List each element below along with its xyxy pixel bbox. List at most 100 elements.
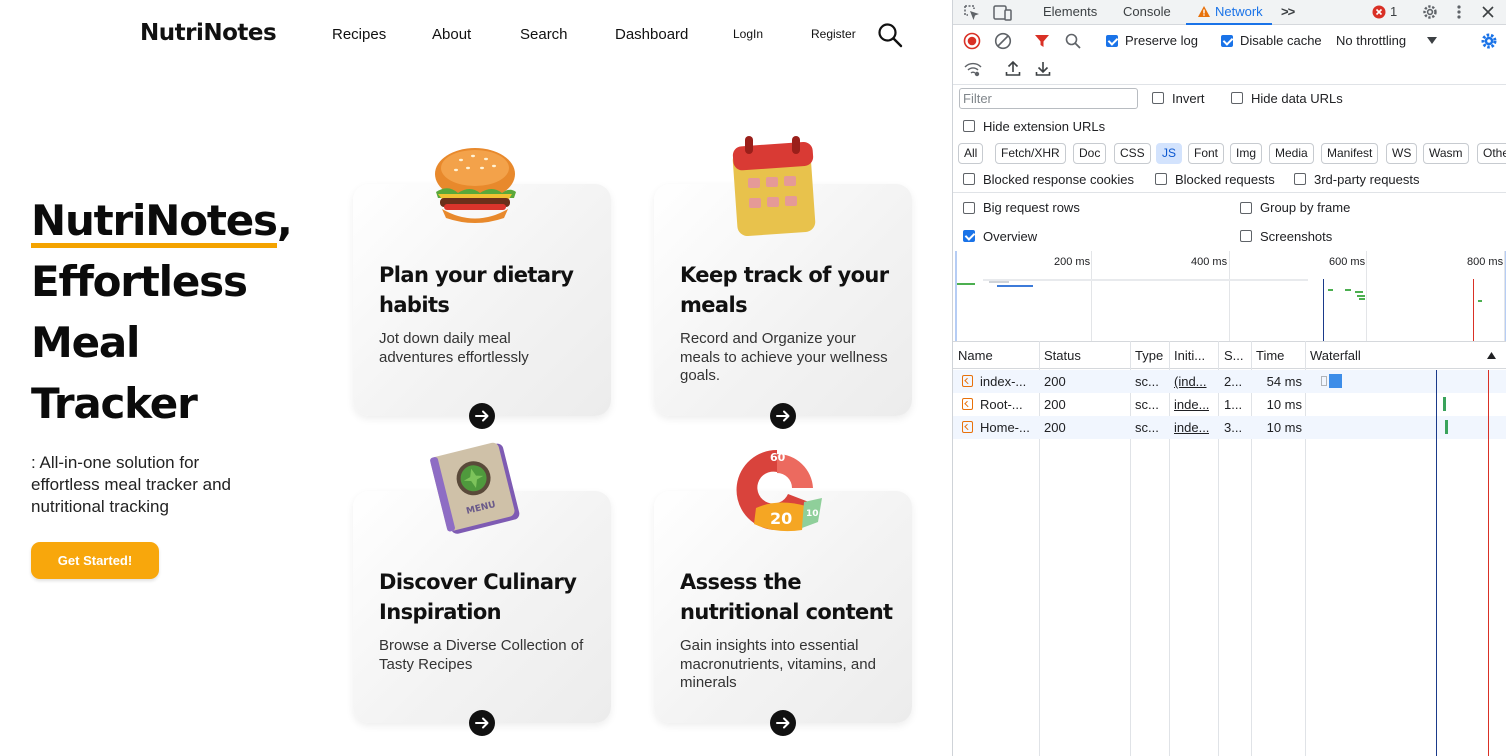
tab-console[interactable]: Console [1123, 4, 1171, 19]
kebab-menu-icon[interactable] [1455, 4, 1463, 20]
timeline-tick: 600 ms [1329, 256, 1366, 268]
filter-icon[interactable] [1034, 33, 1050, 49]
tab-network[interactable]: Network [1215, 4, 1263, 19]
error-icon[interactable] [1372, 5, 1386, 19]
chip-fetch-xhr[interactable]: Fetch/XHR [995, 143, 1066, 164]
arrow-right-icon[interactable] [469, 710, 495, 736]
arrow-right-icon[interactable] [469, 403, 495, 429]
col-time[interactable]: Time [1256, 348, 1284, 363]
preserve-log-checkbox[interactable] [1106, 35, 1118, 47]
table-row[interactable]: Home-... 200 sc... inde... 3... 10 ms [953, 416, 1506, 439]
close-icon[interactable] [1481, 5, 1495, 19]
card-title: Keep track of your meals [680, 263, 889, 317]
chip-other[interactable]: Othe [1477, 143, 1506, 164]
sort-ascending-icon[interactable] [1487, 352, 1496, 359]
waterfall-load-line [1488, 370, 1489, 756]
request-name[interactable]: Home-... [980, 420, 1036, 435]
script-file-icon [962, 421, 973, 433]
nav-login[interactable]: LogIn [733, 27, 763, 41]
import-har-icon[interactable] [1005, 60, 1021, 77]
arrow-right-icon[interactable] [770, 403, 796, 429]
nav-search[interactable]: Search [520, 26, 568, 43]
chip-media[interactable]: Media [1269, 143, 1314, 164]
request-initiator[interactable]: inde... [1174, 420, 1209, 435]
request-initiator[interactable]: (ind... [1174, 374, 1207, 389]
col-type[interactable]: Type [1135, 348, 1163, 363]
nav-about[interactable]: About [432, 26, 471, 43]
nav-recipes[interactable]: Recipes [332, 26, 386, 43]
inspect-element-icon[interactable] [963, 4, 981, 22]
network-settings-gear-icon[interactable] [1479, 31, 1499, 51]
waterfall-domcontentloaded-line [1436, 370, 1437, 756]
table-row[interactable]: index-... 200 sc... (ind... 2... 54 ms [953, 370, 1506, 393]
hide-data-urls-checkbox[interactable] [1231, 92, 1243, 104]
card-text: Record and Organize your meals to achiev… [680, 330, 888, 384]
burger-icon [435, 148, 516, 223]
chip-js[interactable]: JS [1156, 143, 1183, 164]
device-toolbar-icon[interactable] [993, 4, 1013, 22]
chip-img[interactable]: Img [1230, 143, 1263, 164]
throttling-select[interactable]: No throttling [1336, 33, 1406, 48]
group-by-frame-checkbox[interactable] [1240, 202, 1252, 214]
request-size: 1... [1224, 397, 1243, 412]
error-count[interactable]: 1 [1390, 4, 1397, 19]
invert-checkbox[interactable] [1152, 92, 1164, 104]
hide-extension-urls-checkbox[interactable] [963, 120, 975, 132]
chip-manifest[interactable]: Manifest [1321, 143, 1379, 164]
disable-cache-checkbox[interactable] [1221, 35, 1233, 47]
chip-ws[interactable]: WS [1386, 143, 1418, 164]
big-rows-checkbox[interactable] [963, 202, 975, 214]
table-row[interactable]: Root-... 200 sc... inde... 1... 10 ms [953, 393, 1506, 416]
col-waterfall[interactable]: Waterfall [1310, 348, 1361, 363]
timeline-bar [957, 283, 975, 285]
chevron-down-icon[interactable] [1427, 37, 1437, 44]
blocked-requests-checkbox[interactable] [1155, 173, 1167, 185]
warning-icon [1198, 6, 1210, 17]
nav-register[interactable]: Register [811, 27, 856, 41]
waterfall-bar-queue [1321, 376, 1327, 386]
arrow-right-icon[interactable] [770, 710, 796, 736]
card-text: Gain insights into essential macronutrie… [680, 637, 876, 691]
stop-recording-icon[interactable] [963, 32, 981, 50]
third-party-label: 3rd-party requests [1314, 172, 1420, 187]
request-status: 200 [1044, 420, 1066, 435]
more-tabs-button[interactable]: >> [1281, 4, 1295, 19]
clear-icon[interactable] [994, 32, 1012, 50]
nav-dashboard[interactable]: Dashboard [615, 26, 688, 43]
request-name[interactable]: Root-... [980, 397, 1036, 412]
col-status[interactable]: Status [1044, 348, 1081, 363]
filter-input[interactable] [959, 88, 1138, 109]
timeline-overview[interactable]: 200 ms 400 ms 600 ms 800 ms [953, 251, 1506, 341]
col-size[interactable]: S... [1224, 348, 1244, 363]
svg-text:60: 60 [770, 451, 786, 464]
timeline-bar [1355, 291, 1363, 293]
get-started-button[interactable]: Get Started! [31, 542, 159, 579]
request-name[interactable]: index-... [980, 374, 1036, 389]
search-network-icon[interactable] [1064, 32, 1082, 50]
col-initiator[interactable]: Initi... [1174, 348, 1205, 363]
search-icon[interactable] [877, 22, 903, 48]
chip-font[interactable]: Font [1188, 143, 1225, 164]
svg-text:10: 10 [806, 509, 819, 519]
request-initiator[interactable]: inde... [1174, 397, 1209, 412]
hero-brand: NutriNotes [31, 199, 278, 248]
chip-doc[interactable]: Doc [1073, 143, 1107, 164]
third-party-checkbox[interactable] [1294, 173, 1306, 185]
chip-all[interactable]: All [958, 143, 984, 164]
col-name[interactable]: Name [958, 348, 993, 363]
screenshots-checkbox[interactable] [1240, 230, 1252, 242]
chip-wasm[interactable]: Wasm [1423, 143, 1469, 164]
chip-css[interactable]: CSS [1114, 143, 1151, 164]
settings-gear-icon[interactable] [1421, 3, 1439, 21]
network-conditions-icon[interactable] [963, 61, 983, 77]
site-logo[interactable]: NutriNotes [140, 20, 277, 46]
tab-elements[interactable]: Elements [1043, 4, 1097, 19]
request-status: 200 [1044, 374, 1066, 389]
export-har-icon[interactable] [1035, 60, 1051, 77]
timeline-tick: 800 ms [1467, 256, 1504, 268]
timeline-left-handle[interactable] [955, 251, 957, 341]
timeline-tick: 400 ms [1191, 256, 1228, 268]
active-tab-indicator [1186, 23, 1272, 25]
blocked-cookies-checkbox[interactable] [963, 173, 975, 185]
overview-checkbox[interactable] [963, 230, 975, 242]
